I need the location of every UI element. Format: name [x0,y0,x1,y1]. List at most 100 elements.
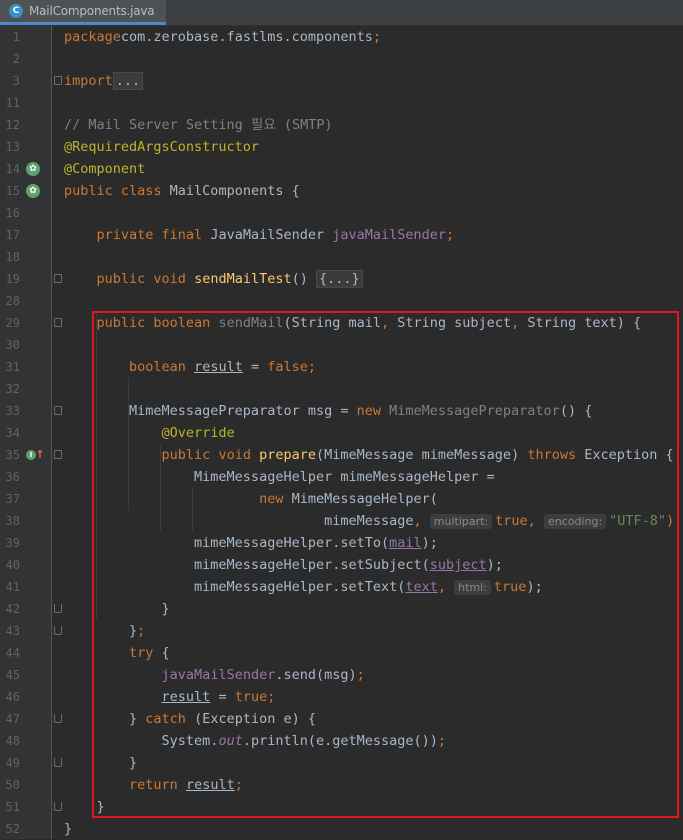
code-token: @RequiredArgsConstructor [64,139,260,155]
code-line[interactable]: 14 ✿ @Component [0,158,683,180]
code-token: private final [96,227,211,243]
override-arrow-icon: ↑ [35,448,45,461]
line-number: 34 [5,426,20,440]
code-token: MailComponents { [169,183,300,199]
bean-icon[interactable]: ✿ [26,184,40,198]
line-number: 49 [5,756,20,770]
line-number: 14 [5,162,20,176]
fold-end-icon[interactable] [54,758,62,767]
line-number: 28 [5,294,20,308]
line-number: 2 [12,52,20,66]
line-number: 37 [5,492,20,506]
code-token: () [291,271,316,287]
line-number: 41 [5,580,20,594]
code-token: JavaMailSender [210,227,333,243]
code-text: public class MailComponents { [64,180,300,202]
bean-icon[interactable]: ✿ [26,162,40,176]
code-token: public class [64,183,170,199]
fold-start-icon[interactable] [54,406,62,415]
code-token: ; [372,29,382,45]
code-line[interactable]: 12 // Mail Server Setting 필요 (SMTP) [0,114,683,136]
code-token: @Component [64,161,146,177]
fold-start-icon[interactable] [54,450,62,459]
code-text: packagecom.zerobase.fastlms.components; [64,26,381,48]
line-number: 43 [5,624,20,638]
fold-start-icon[interactable] [54,318,62,327]
code-text: // Mail Server Setting 필요 (SMTP) [64,114,333,136]
line-number: 31 [5,360,20,374]
line-number: 35 [5,448,20,462]
code-line[interactable]: 16 [0,202,683,224]
code-token: } [64,821,73,837]
fold-start-icon[interactable] [54,76,62,85]
code-line[interactable]: 52} [0,818,683,840]
code-line[interactable]: 3 import... [0,70,683,92]
code-line[interactable]: 18 [0,246,683,268]
line-number: 39 [5,536,20,550]
line-number: 15 [5,184,20,198]
line-number: 51 [5,800,20,814]
code-token[interactable]: {...} [316,270,363,288]
line-number: 29 [5,316,20,330]
fold-end-icon[interactable] [54,802,62,811]
line-number: 12 [5,118,20,132]
java-class-icon: C [9,4,23,18]
code-line[interactable]: 19 public void sendMailTest() {...} [0,268,683,290]
line-number: 48 [5,734,20,748]
code-token: javaMailSender [332,227,447,243]
code-text: @Component [64,158,145,180]
code-text: @RequiredArgsConstructor [64,136,259,158]
code-line[interactable]: 28 [0,290,683,312]
editor-tab-bar: C MailComponents.java [0,0,683,26]
code-text: } [64,818,72,840]
code-line[interactable]: 1 packagecom.zerobase.fastlms.components; [0,26,683,48]
code-text: public void sendMailTest() {...} [64,268,363,290]
line-number: 30 [5,338,20,352]
code-line[interactable]: 17 private final JavaMailSender javaMail… [0,224,683,246]
code-token: public void [96,271,195,287]
code-token: ; [446,227,455,243]
code-token[interactable]: ... [112,72,144,90]
line-number: 44 [5,646,20,660]
line-number: 16 [5,206,20,220]
code-line[interactable]: 13 @RequiredArgsConstructor [0,136,683,158]
fold-end-icon[interactable] [54,714,62,723]
line-number: 18 [5,250,20,264]
code-token: package [64,29,121,45]
line-number: 17 [5,228,20,242]
line-number: 52 [5,822,20,836]
line-number: 3 [12,74,20,88]
line-number: 47 [5,712,20,726]
line-number: 38 [5,514,20,528]
fold-end-icon[interactable] [54,604,62,613]
fold-end-icon[interactable] [54,626,62,635]
line-number: 50 [5,778,20,792]
code-line[interactable]: 2 [0,48,683,70]
tab-mailcomponents[interactable]: C MailComponents.java [0,0,166,25]
line-number: 19 [5,272,20,286]
line-number: 45 [5,668,20,682]
code-token: import [64,73,113,89]
line-number: 11 [5,96,20,110]
line-number: 32 [5,382,20,396]
fold-start-icon[interactable] [54,274,62,283]
line-number: 46 [5,690,20,704]
code-token: com.zerobase.fastlms.components [120,29,373,45]
code-editor[interactable]: 1 packagecom.zerobase.fastlms.components;… [0,26,683,839]
code-line[interactable]: 11 [0,92,683,114]
code-text: import... [64,70,144,92]
code-token: // Mail Server Setting 필요 (SMTP) [64,117,333,133]
line-number: 42 [5,602,20,616]
highlight-box [92,311,679,818]
tab-filename: MailComponents.java [29,4,155,18]
code-line[interactable]: 15 ✿ public class MailComponents { [0,180,683,202]
line-number: 33 [5,404,20,418]
line-number: 40 [5,558,20,572]
code-token: sendMailTest [194,271,292,287]
line-number: 13 [5,140,20,154]
line-number: 36 [5,470,20,484]
line-number: 1 [12,30,20,44]
code-text: private final JavaMailSender javaMailSen… [64,224,455,246]
